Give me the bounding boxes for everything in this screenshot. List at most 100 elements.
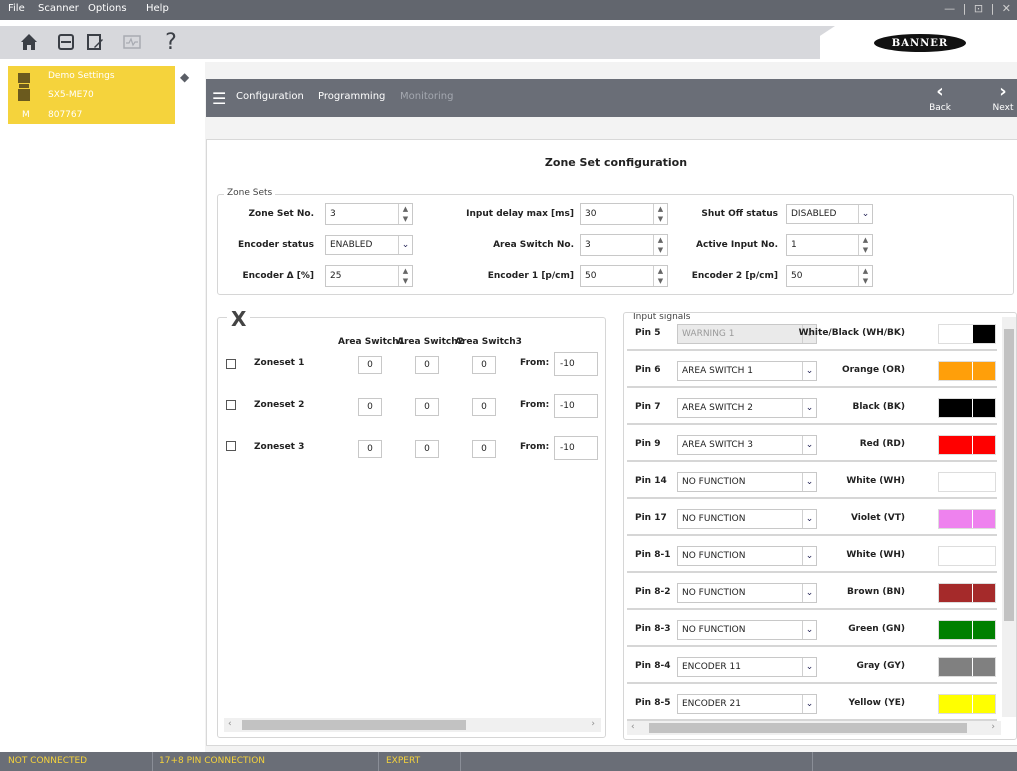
zoneset-1-checkbox[interactable]: [226, 359, 236, 369]
wire-color-label: White/Black (WH/BK): [798, 328, 905, 338]
pin-function-select[interactable]: AREA SWITCH 1 ⌄: [677, 361, 817, 381]
chevron-down-icon: ⌄: [802, 547, 816, 565]
input-signals-panel: Input signals Pin 5 WARNING 1 ⌄ White/Black…: [623, 312, 1017, 740]
collapse-arrow-icon[interactable]: ◆: [180, 70, 189, 84]
encoder-delta-value: 25: [330, 271, 342, 281]
input-signals-horizontal-scrollbar[interactable]: ‹ ›: [627, 721, 1001, 735]
pin-label: Pin 5: [635, 328, 661, 338]
hamburger-menu-icon[interactable]: ☰: [212, 89, 226, 108]
help-icon[interactable]: ?: [158, 28, 184, 56]
wire-color-swatch: [938, 398, 996, 418]
stepper-arrows-icon[interactable]: ▲ ▼: [398, 266, 412, 286]
wire-color-swatch-left: [939, 473, 972, 491]
zoneset-2-area-switch3[interactable]: 0: [472, 398, 496, 416]
zoneset-3-from-input[interactable]: -10: [554, 436, 598, 460]
wire-color-swatch-right: [973, 510, 995, 528]
input-signals-vertical-scrollbar[interactable]: [1002, 317, 1016, 717]
stepper-arrows-icon[interactable]: ▲ ▼: [653, 266, 667, 286]
pin-function-select[interactable]: NO FUNCTION ⌄: [677, 583, 817, 603]
user-level-status: EXPERT: [386, 756, 421, 766]
pin-function-select[interactable]: AREA SWITCH 2 ⌄: [677, 398, 817, 418]
next-button[interactable]: › Next: [989, 81, 1017, 113]
zoneset-1-area-switch1[interactable]: 0: [358, 356, 382, 374]
zoneset-3-area-switch1[interactable]: 0: [358, 440, 382, 458]
stepper-arrows-icon[interactable]: ▲ ▼: [398, 204, 412, 224]
zoneset-1-area-switch2[interactable]: 0: [415, 356, 439, 374]
chevron-down-icon: ⌄: [802, 658, 816, 676]
scrollbar-thumb[interactable]: [649, 723, 967, 733]
tab-programming[interactable]: Programming: [318, 91, 385, 102]
zoneset-1-from-input[interactable]: -10: [554, 352, 598, 376]
wire-color-label: Violet (VT): [850, 513, 905, 523]
chevron-right-icon: ›: [999, 81, 1007, 102]
input-signal-row: Pin 17 NO FUNCTION ⌄ Violet (VT): [627, 502, 997, 536]
scroll-left-icon[interactable]: ‹: [631, 722, 635, 732]
encoder-1-stepper[interactable]: 50 ▲ ▼: [580, 265, 668, 287]
stepper-arrows-icon[interactable]: ▲ ▼: [858, 266, 872, 286]
menu-scanner[interactable]: Scanner: [38, 3, 79, 14]
stepper-arrows-icon[interactable]: ▲ ▼: [653, 204, 667, 224]
pin-function-select[interactable]: AREA SWITCH 3 ⌄: [677, 435, 817, 455]
pin-function-value: AREA SWITCH 2: [682, 403, 753, 413]
document-edit-icon[interactable]: [82, 28, 108, 56]
stepper-arrows-icon[interactable]: ▲ ▼: [858, 235, 872, 255]
zoneset-2-from-input[interactable]: -10: [554, 394, 598, 418]
area-switch-no-stepper[interactable]: 3 ▲ ▼: [580, 234, 668, 256]
input-delay-stepper[interactable]: 30 ▲ ▼: [580, 203, 668, 225]
chevron-left-icon: ‹: [936, 81, 944, 102]
active-input-no-value: 1: [791, 240, 797, 250]
pin-function-value: ENCODER 21: [682, 699, 741, 709]
home-icon[interactable]: [16, 28, 42, 56]
scroll-right-icon[interactable]: ›: [591, 719, 595, 729]
zoneset-3-area-switch2[interactable]: 0: [415, 440, 439, 458]
window-controls[interactable]: — | ⊡ | ✕: [944, 2, 1013, 15]
stepper-arrows-icon[interactable]: ▲ ▼: [653, 235, 667, 255]
scroll-right-icon[interactable]: ›: [991, 722, 995, 732]
zone-set-no-stepper[interactable]: 3 ▲ ▼: [325, 203, 413, 225]
wire-color-swatch-right: [973, 584, 995, 602]
pin-function-select[interactable]: NO FUNCTION ⌄: [677, 472, 817, 492]
input-signal-row: Pin 8-4 ENCODER 11 ⌄ Gray (GY): [627, 650, 997, 684]
pin-function-select[interactable]: NO FUNCTION ⌄: [677, 620, 817, 640]
save-icon[interactable]: [53, 28, 79, 56]
zoneset-2-checkbox[interactable]: [226, 400, 236, 410]
wire-color-swatch-right: [973, 621, 995, 639]
zoneset-panel-header: X: [227, 307, 251, 331]
zoneset-3-checkbox[interactable]: [226, 441, 236, 451]
pin-function-select[interactable]: NO FUNCTION ⌄: [677, 546, 817, 566]
menu-options[interactable]: Options: [88, 3, 127, 14]
scroll-left-icon[interactable]: ‹: [228, 719, 232, 729]
chevron-down-icon: ⌄: [802, 473, 816, 491]
tab-configuration[interactable]: Configuration: [236, 91, 304, 102]
zoneset-horizontal-scrollbar[interactable]: ‹ ›: [224, 718, 601, 732]
pin-function-select[interactable]: ENCODER 21 ⌄: [677, 694, 817, 714]
scanner-device-icon: [18, 73, 30, 101]
menu-file[interactable]: File: [8, 3, 25, 14]
encoder-status-select[interactable]: ENABLED ⌄: [325, 235, 413, 255]
zoneset-2-area-switch1[interactable]: 0: [358, 398, 382, 416]
active-input-no-stepper[interactable]: 1 ▲ ▼: [786, 234, 873, 256]
device-card[interactable]: Demo Settings SX5-ME70 M 807767: [8, 66, 175, 124]
shut-off-status-select[interactable]: DISABLED ⌄: [786, 204, 873, 224]
wire-color-swatch: [938, 583, 996, 603]
pin-function-select[interactable]: ENCODER 11 ⌄: [677, 657, 817, 677]
pin-function-select[interactable]: NO FUNCTION ⌄: [677, 509, 817, 529]
pin-function-value: AREA SWITCH 3: [682, 440, 753, 450]
encoder-1-value: 50: [585, 271, 597, 281]
device-serial: 807767: [48, 110, 83, 120]
encoder-2-stepper[interactable]: 50 ▲ ▼: [786, 265, 873, 287]
input-signal-row: Pin 6 AREA SWITCH 1 ⌄ Orange (OR): [627, 354, 997, 388]
encoder-delta-stepper[interactable]: 25 ▲ ▼: [325, 265, 413, 287]
scrollbar-thumb[interactable]: [242, 720, 466, 730]
main-content: Zone Set configuration Zone Sets Zone Se…: [206, 139, 1017, 746]
scrollbar-thumb[interactable]: [1004, 329, 1014, 621]
zone-sets-group: Zone Sets Zone Set No. 3 ▲ ▼ Input delay …: [217, 188, 1014, 295]
zoneset-2-area-switch2[interactable]: 0: [415, 398, 439, 416]
wire-color-swatch-right: [973, 436, 995, 454]
zoneset-1-area-switch3[interactable]: 0: [472, 356, 496, 374]
zoneset-3-area-switch3[interactable]: 0: [472, 440, 496, 458]
back-button[interactable]: ‹ Back: [926, 81, 954, 113]
menu-help[interactable]: Help: [146, 3, 169, 14]
pin-function-value: WARNING 1: [682, 329, 735, 339]
input-signal-row: Pin 8-2 NO FUNCTION ⌄ Brown (BN): [627, 576, 997, 610]
